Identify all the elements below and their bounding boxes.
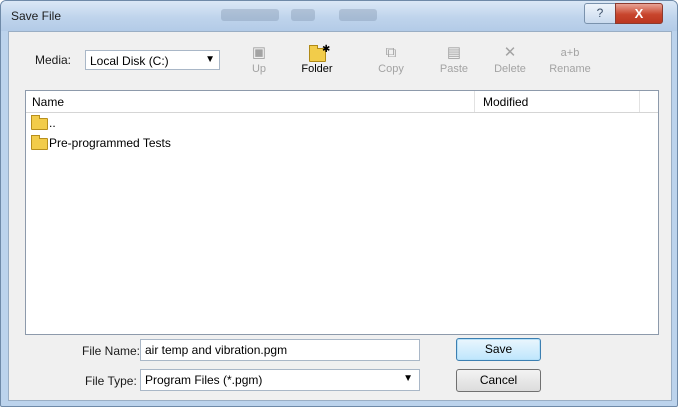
rename-icon: a+b (560, 47, 580, 59)
blurred-background-title (221, 9, 279, 21)
copy-icon: ⧉ (385, 44, 397, 61)
blurred-background-title (291, 9, 315, 21)
file-name-field[interactable] (140, 339, 420, 361)
column-header-modified[interactable]: Modified (475, 91, 640, 112)
file-name-label: File Name: (82, 344, 141, 358)
save-button[interactable]: Save (456, 338, 541, 361)
media-dropdown[interactable]: Local Disk (C:) ▼ (85, 50, 220, 70)
rename-button-label: Rename (549, 63, 591, 75)
list-item-label: Pre-programmed Tests (49, 136, 171, 150)
list-item-label: .. (49, 116, 56, 130)
delete-icon: ✕ (503, 44, 517, 61)
file-list[interactable]: Name Modified .. Pre-programmed Tests (25, 90, 659, 335)
up-folder-icon: ▣ (251, 44, 267, 61)
media-label: Media: (35, 53, 72, 67)
media-dropdown-value: Local Disk (C:) (90, 54, 169, 68)
new-folder-button-label: Folder (301, 63, 333, 75)
file-name-input[interactable] (141, 340, 419, 360)
delete-button[interactable]: ✕ Delete (485, 44, 535, 84)
cancel-button[interactable]: Cancel (456, 369, 541, 392)
folder-icon (31, 115, 48, 130)
rename-button[interactable]: a+b Rename (545, 44, 595, 84)
delete-button-label: Delete (494, 63, 526, 75)
up-button-label: Up (251, 63, 267, 75)
column-header-name[interactable]: Name (26, 91, 475, 112)
close-button[interactable]: X (615, 3, 663, 24)
window-title: Save File (11, 9, 62, 23)
column-header-row: Name Modified (26, 91, 658, 113)
sparkle-icon: ✱ (322, 44, 331, 55)
chevron-down-icon: ▼ (403, 373, 413, 384)
paste-button[interactable]: ▤ Paste (429, 44, 479, 84)
new-folder-button[interactable]: ✱ Folder (292, 44, 342, 84)
folder-icon (31, 135, 48, 150)
file-type-label: File Type: (85, 374, 137, 388)
paste-icon: ▤ (446, 44, 462, 61)
paste-button-label: Paste (439, 63, 469, 75)
dialog-body: Media: Local Disk (C:) ▼ ▣ Up ✱ Folder ⧉… (8, 31, 672, 401)
file-type-value: Program Files (*.pgm) (145, 373, 263, 387)
save-file-dialog: Save File ? X Media: Local Disk (C:) ▼ ▣… (0, 0, 678, 407)
copy-button[interactable]: ⧉ Copy (366, 44, 416, 84)
chevron-down-icon: ▼ (205, 54, 215, 65)
title-bar[interactable]: Save File ? X (1, 1, 677, 31)
up-button[interactable]: ▣ Up (234, 44, 284, 84)
blurred-background-title (339, 9, 377, 21)
file-type-dropdown[interactable]: Program Files (*.pgm) ▼ (140, 369, 420, 391)
copy-button-label: Copy (378, 63, 404, 75)
help-button[interactable]: ? (584, 3, 616, 24)
